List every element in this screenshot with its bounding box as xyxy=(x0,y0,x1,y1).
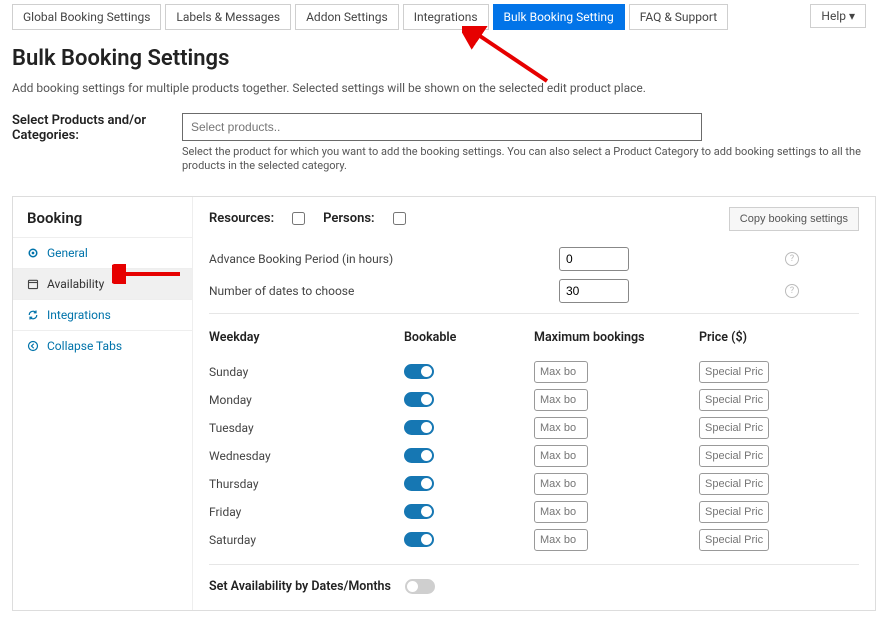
bookable-toggle[interactable] xyxy=(404,504,434,519)
page-title: Bulk Booking Settings xyxy=(12,46,876,71)
divider xyxy=(209,564,859,565)
special-price-input[interactable] xyxy=(699,445,769,467)
weekday-name: Tuesday xyxy=(209,421,404,435)
persons-checkbox[interactable] xyxy=(393,212,406,225)
weekday-row: Wednesday xyxy=(209,442,859,470)
col-max: Maximum bookings xyxy=(534,330,699,345)
bookable-toggle[interactable] xyxy=(404,392,434,407)
bookable-toggle[interactable] xyxy=(404,420,434,435)
weekday-name: Monday xyxy=(209,393,404,407)
col-weekday: Weekday xyxy=(209,330,404,345)
max-bookings-input[interactable] xyxy=(534,417,588,439)
sidebar-item-integrations[interactable]: Integrations xyxy=(13,299,192,330)
sidebar-item-label: Collapse Tabs xyxy=(47,339,122,353)
help-icon[interactable]: ? xyxy=(785,284,799,298)
help-icon[interactable]: ? xyxy=(785,252,799,266)
select-products-help: Select the product for which you want to… xyxy=(182,145,876,174)
max-bookings-input[interactable] xyxy=(534,473,588,495)
gear-icon xyxy=(27,247,39,259)
sidebar-title: Booking xyxy=(13,197,192,237)
weekday-row: Saturday xyxy=(209,526,859,554)
special-price-input[interactable] xyxy=(699,417,769,439)
dates-months-toggle[interactable] xyxy=(405,579,435,594)
sidebar-item-label: Integrations xyxy=(47,308,111,322)
tab-addon-settings[interactable]: Addon Settings xyxy=(295,4,399,30)
bookable-toggle[interactable] xyxy=(404,532,434,547)
sidebar-item-availability[interactable]: Availability xyxy=(13,268,192,299)
special-price-input[interactable] xyxy=(699,473,769,495)
page-description: Add booking settings for multiple produc… xyxy=(12,81,876,95)
sidebar-item-collapse[interactable]: Collapse Tabs xyxy=(13,330,192,361)
col-bookable: Bookable xyxy=(404,330,534,345)
max-bookings-input[interactable] xyxy=(534,445,588,467)
num-dates-input[interactable] xyxy=(559,279,629,303)
advance-booking-input[interactable] xyxy=(559,247,629,271)
col-price: Price ($) xyxy=(699,330,839,345)
num-dates-label: Number of dates to choose xyxy=(209,284,559,298)
circle-left-icon xyxy=(27,340,39,352)
weekday-row: Thursday xyxy=(209,470,859,498)
tab-bulk-booking[interactable]: Bulk Booking Setting xyxy=(493,4,625,30)
resources-checkbox[interactable] xyxy=(292,212,305,225)
tab-labels-messages[interactable]: Labels & Messages xyxy=(165,4,291,30)
sidebar-item-label: General xyxy=(47,246,88,260)
advance-booking-label: Advance Booking Period (in hours) xyxy=(209,252,559,266)
bookable-toggle[interactable] xyxy=(404,364,434,379)
copy-booking-settings-button[interactable]: Copy booking settings xyxy=(729,207,859,231)
weekday-row: Friday xyxy=(209,498,859,526)
refresh-icon xyxy=(27,309,39,321)
tab-integrations[interactable]: Integrations xyxy=(403,4,489,30)
weekday-name: Thursday xyxy=(209,477,404,491)
bookable-toggle[interactable] xyxy=(404,476,434,491)
dates-toggle-label: Set Availability by Dates/Months xyxy=(209,579,391,594)
calendar-icon xyxy=(27,278,39,290)
select-products-label: Select Products and/or Categories: xyxy=(12,113,162,143)
select-products-input[interactable] xyxy=(182,113,702,141)
persons-label: Persons: xyxy=(323,211,374,226)
weekday-row: Sunday xyxy=(209,358,859,386)
weekday-name: Wednesday xyxy=(209,449,404,463)
special-price-input[interactable] xyxy=(699,529,769,551)
weekday-name: Sunday xyxy=(209,365,404,379)
special-price-input[interactable] xyxy=(699,501,769,523)
bookable-toggle[interactable] xyxy=(404,448,434,463)
max-bookings-input[interactable] xyxy=(534,361,588,383)
weekday-name: Friday xyxy=(209,505,404,519)
tab-faq-support[interactable]: FAQ & Support xyxy=(629,4,728,30)
divider xyxy=(209,313,859,314)
weekday-name: Saturday xyxy=(209,533,404,547)
resources-label: Resources: xyxy=(209,211,274,226)
weekday-row: Monday xyxy=(209,386,859,414)
special-price-input[interactable] xyxy=(699,361,769,383)
help-dropdown[interactable]: Help ▾ xyxy=(810,4,866,28)
sidebar-item-label: Availability xyxy=(47,277,104,291)
sidebar-item-general[interactable]: General xyxy=(13,237,192,268)
max-bookings-input[interactable] xyxy=(534,389,588,411)
special-price-input[interactable] xyxy=(699,389,769,411)
max-bookings-input[interactable] xyxy=(534,529,588,551)
tab-global-booking[interactable]: Global Booking Settings xyxy=(12,4,161,30)
weekday-row: Tuesday xyxy=(209,414,859,442)
max-bookings-input[interactable] xyxy=(534,501,588,523)
